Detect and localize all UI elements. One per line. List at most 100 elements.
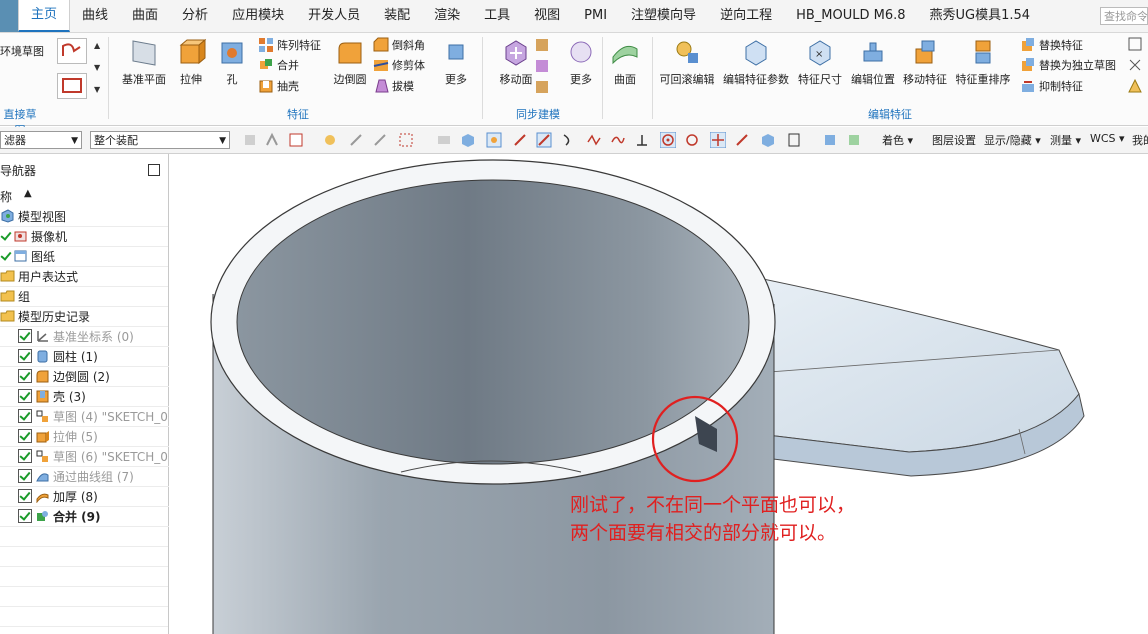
select-tool-icon[interactable] xyxy=(264,132,280,148)
unite-button[interactable]: 合并 xyxy=(258,55,299,75)
tab-curve[interactable]: 曲线 xyxy=(70,0,120,32)
wcs-menu[interactable]: WCS ▾ xyxy=(1090,132,1125,145)
sync-tool-icon[interactable] xyxy=(534,37,550,53)
feature-dimension-button[interactable]: × 特征尺寸 xyxy=(794,37,846,87)
visibility-checkbox[interactable] xyxy=(18,389,32,403)
tab-tools[interactable]: 工具 xyxy=(472,0,522,32)
snap-icon[interactable] xyxy=(372,132,388,148)
env-sketch-button[interactable]: 环境草图 xyxy=(0,41,44,61)
view-orient-icon[interactable] xyxy=(846,132,862,148)
chamfer-button[interactable]: 倒斜角 xyxy=(373,35,425,55)
graphics-window[interactable] xyxy=(169,154,1148,634)
snap-perp-icon[interactable] xyxy=(634,132,650,148)
expand-icon[interactable]: ▼ xyxy=(94,85,100,94)
visibility-checkbox[interactable] xyxy=(18,329,32,343)
more-features-button[interactable]: 更多 xyxy=(428,37,484,87)
tab-yanxiu-mold[interactable]: 燕秀UG模具1.54 xyxy=(918,0,1043,32)
visibility-checkbox[interactable] xyxy=(18,369,32,383)
tab-pmi[interactable]: PMI xyxy=(572,0,619,32)
snap-icon[interactable] xyxy=(348,132,364,148)
feature-row-sketch-4[interactable]: 草图 (4) "SKETCH_0... xyxy=(0,406,186,427)
type-filter-select[interactable]: 滤器 ▼ xyxy=(0,131,82,149)
feature-row-shell[interactable]: 壳 (3) xyxy=(0,386,186,407)
snap-face-icon[interactable] xyxy=(760,132,776,148)
visibility-checkbox[interactable] xyxy=(18,489,32,503)
sync-tool-icon[interactable] xyxy=(534,58,550,74)
shell-button[interactable]: 抽壳 xyxy=(258,76,299,96)
snap-icon[interactable] xyxy=(436,132,452,148)
favorites-menu[interactable]: 我的 xyxy=(1132,132,1148,148)
visibility-checkbox[interactable] xyxy=(18,429,32,443)
measure-menu[interactable]: 测量 ▾ xyxy=(1050,132,1081,148)
selection-mode-icon[interactable] xyxy=(288,132,304,148)
tab-developer[interactable]: 开发人员 xyxy=(296,0,372,32)
edit-feature-params-button[interactable]: 编辑特征参数 xyxy=(720,37,792,87)
snap-icon[interactable] xyxy=(460,132,476,148)
edit-position-button[interactable]: 编辑位置 xyxy=(847,37,899,87)
extra-tool-icon[interactable] xyxy=(1128,58,1142,72)
edge-blend-button[interactable]: 边倒圆 xyxy=(322,37,378,87)
sketch-profile-icon[interactable] xyxy=(57,38,87,64)
sketch-rectangle-icon[interactable] xyxy=(57,73,87,99)
tab-home[interactable]: 主页 xyxy=(18,0,71,32)
extra-tool-icon[interactable] xyxy=(1128,78,1142,93)
feature-row-edge-blend[interactable]: 边倒圆 (2) xyxy=(0,366,186,387)
snap-curve-icon[interactable] xyxy=(560,132,576,148)
snap-point-icon[interactable] xyxy=(486,132,502,148)
snap-spline-icon[interactable] xyxy=(610,132,626,148)
visibility-checkbox[interactable] xyxy=(18,469,32,483)
app-button[interactable] xyxy=(0,0,18,32)
box-select-icon[interactable] xyxy=(398,132,414,148)
tree-node-user-expressions[interactable]: 用户表达式 xyxy=(0,266,168,287)
snap-quadrant-icon[interactable] xyxy=(684,132,700,148)
sort-ascending-icon[interactable]: ▲ xyxy=(24,188,32,199)
tab-applications[interactable]: 应用模块 xyxy=(220,0,296,32)
feature-row-thicken[interactable]: 加厚 (8) xyxy=(0,486,186,507)
tab-reverse-engineering[interactable]: 逆向工程 xyxy=(708,0,784,32)
name-column-header[interactable]: 称 xyxy=(0,188,12,205)
feature-row-unite[interactable]: 合并 (9) xyxy=(0,506,186,527)
tab-surface[interactable]: 曲面 xyxy=(120,0,170,32)
view-orient-icon[interactable] xyxy=(822,132,838,148)
rollback-edit-button[interactable]: 可回滚编辑 xyxy=(658,37,716,87)
sync-tool-icon[interactable] xyxy=(534,79,550,95)
pattern-feature-button[interactable]: 阵列特征 xyxy=(258,35,321,55)
suppress-feature-button[interactable]: 抑制特征 xyxy=(1020,76,1083,96)
snap-center-icon[interactable] xyxy=(660,132,676,148)
move-feature-button[interactable]: 移动特征 xyxy=(899,37,951,87)
visibility-checkbox[interactable] xyxy=(18,409,32,423)
extra-tool-icon[interactable] xyxy=(1128,37,1142,51)
tab-render[interactable]: 渲染 xyxy=(422,0,472,32)
snap-endpoint-icon[interactable] xyxy=(512,132,528,148)
tab-assembly[interactable]: 装配 xyxy=(372,0,422,32)
chevron-up-icon[interactable]: ▲ xyxy=(94,41,100,50)
tree-node-model-history[interactable]: 模型历史记录 xyxy=(0,306,168,327)
visibility-checkbox[interactable] xyxy=(18,509,32,523)
hole-button[interactable]: 孔 xyxy=(204,37,260,87)
feature-row-datum-csys[interactable]: 基准坐标系 (0) xyxy=(0,326,186,347)
snap-intersect-icon[interactable] xyxy=(710,132,726,148)
command-search-input[interactable]: 查找命令 xyxy=(1100,7,1148,25)
snap-grid-icon[interactable] xyxy=(786,132,802,148)
snap-midpoint-icon[interactable] xyxy=(536,132,552,148)
tree-node-model-views[interactable]: 模型视图 xyxy=(0,206,168,227)
chevron-down-icon[interactable]: ▼ xyxy=(94,63,100,72)
shading-menu[interactable]: 着色 ▾ xyxy=(882,132,913,148)
snap-icon[interactable] xyxy=(322,132,338,148)
snap-line-icon[interactable] xyxy=(734,132,750,148)
selection-scope-select[interactable]: 整个装配 ▼ xyxy=(90,131,230,149)
tab-view[interactable]: 视图 xyxy=(522,0,572,32)
tree-node-cameras[interactable]: 摄像机 xyxy=(0,226,168,247)
tab-analysis[interactable]: 分析 xyxy=(170,0,220,32)
tab-mold-wizard[interactable]: 注塑模向导 xyxy=(619,0,708,32)
feature-row-extrude[interactable]: 拉伸 (5) xyxy=(0,426,186,447)
visibility-checkbox[interactable] xyxy=(18,449,32,463)
feature-row-sketch-6[interactable]: 草图 (6) "SKETCH_0... xyxy=(0,446,186,467)
maximize-icon[interactable] xyxy=(148,164,160,176)
replace-sketch-button[interactable]: 替换为独立草图 xyxy=(1020,55,1116,75)
show-hide-menu[interactable]: 显示/隐藏 ▾ xyxy=(984,132,1041,148)
feature-row-through-curves[interactable]: 通过曲线组 (7) xyxy=(0,466,186,487)
tree-node-groups[interactable]: 组 xyxy=(0,286,168,307)
replace-feature-button[interactable]: 替换特征 xyxy=(1020,35,1083,55)
draft-button[interactable]: 拔模 xyxy=(373,76,414,96)
